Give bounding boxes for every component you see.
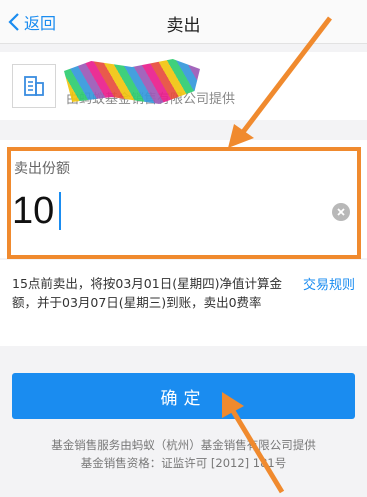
footer: 基金销售服务由蚂蚁（杭州）基金销售有限公司提供 基金销售资格：证监许可 [201… bbox=[0, 436, 367, 472]
navigation-bar: 返回 卖出 bbox=[0, 0, 367, 44]
sell-amount-label: 卖出份额 bbox=[14, 161, 70, 177]
clear-input-icon[interactable] bbox=[332, 203, 350, 221]
footer-line-license: 基金销售资格：证监许可 [2012] 181号 bbox=[80, 456, 287, 470]
footer-line-provider: 基金销售服务由蚂蚁（杭州）基金销售有限公司提供 bbox=[51, 438, 316, 452]
sell-amount-input[interactable] bbox=[12, 186, 312, 236]
confirm-button[interactable]: 确定 bbox=[12, 373, 355, 419]
text-caret bbox=[59, 192, 61, 230]
trade-rules-link[interactable]: 交易规则 bbox=[303, 274, 355, 293]
building-icon bbox=[12, 64, 56, 108]
sell-amount-panel: 卖出份额 bbox=[0, 140, 367, 258]
page-title: 卖出 bbox=[166, 16, 201, 36]
sell-info-panel: 15点前卖出，将按03月01日(星期四)净值计算金额，并于03月07日(星期三)… bbox=[0, 260, 367, 346]
sell-info-text: 15点前卖出，将按03月01日(星期四)净值计算金额，并于03月07日(星期三)… bbox=[12, 276, 282, 310]
